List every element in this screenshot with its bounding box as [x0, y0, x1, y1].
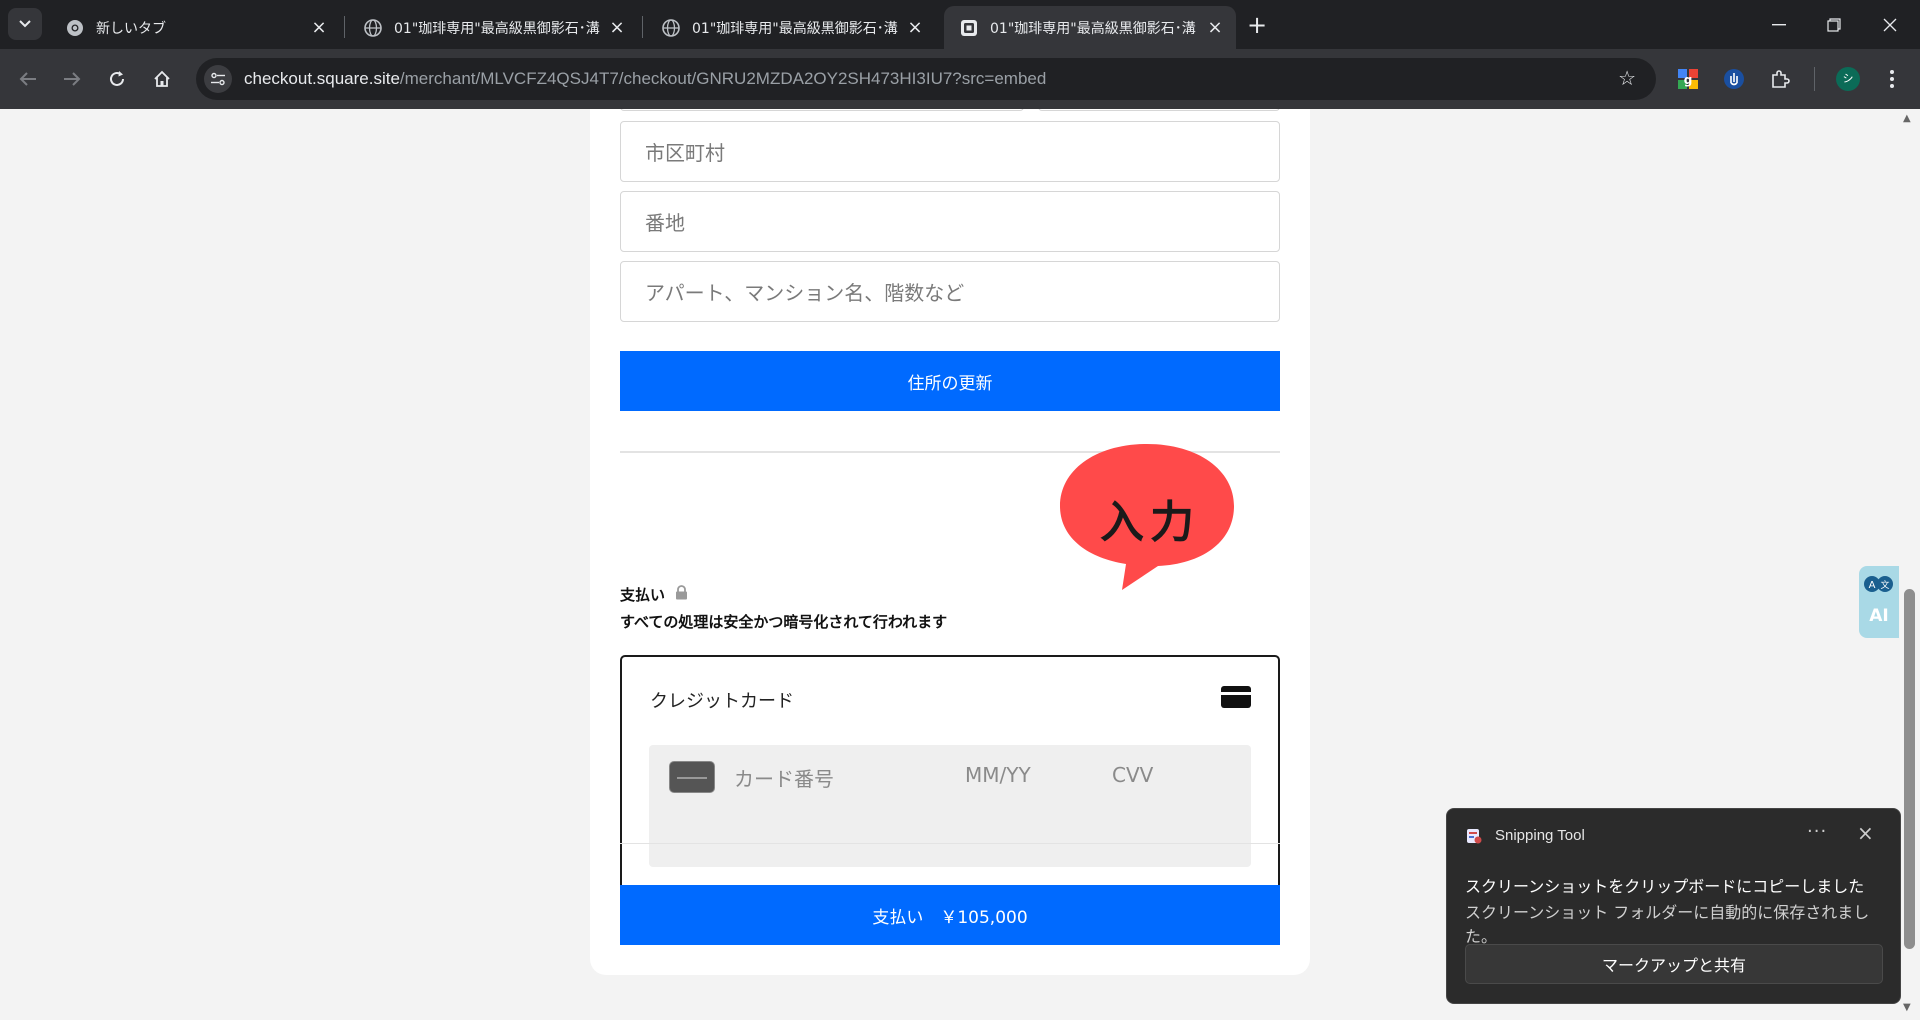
- url-path: /merchant/MLVCFZ4QSJ4T7/checkout/GNRU2MZ…: [399, 69, 1047, 88]
- scroll-down-arrow-icon[interactable]: ▼: [1903, 1002, 1911, 1013]
- markup-and-share-button[interactable]: マークアップと共有: [1465, 944, 1883, 984]
- svg-text:A: A: [1869, 580, 1876, 591]
- tab-new-tab[interactable]: 新しいタブ ×: [50, 6, 340, 49]
- annotation-text: 入力: [1100, 497, 1200, 548]
- toast-message-line2: スクリーンショット フォルダーに自動的に保存されました。: [1465, 903, 1870, 946]
- city-input[interactable]: 市区町村: [620, 121, 1280, 182]
- translate-icon: A 文: [1864, 576, 1893, 592]
- scroll-up-arrow-icon[interactable]: ▲: [1903, 113, 1911, 124]
- toast-message-line1: スクリーンショットをクリップボードにコピーしました: [1465, 877, 1865, 896]
- credit-card-label: クレジットカード: [650, 691, 794, 712]
- minimize-icon[interactable]: [1751, 0, 1807, 49]
- apartment-input[interactable]: アパート、マンション名、階数など: [620, 261, 1280, 322]
- chrome-icon: [66, 19, 84, 37]
- lock-icon: [675, 585, 688, 604]
- toast-app-name: Snipping Tool: [1495, 827, 1585, 844]
- ai-translate-widget[interactable]: A 文 AI: [1859, 566, 1899, 638]
- browser-toolbar: checkout.square.site/merchant/MLVCFZ4QSJ…: [0, 49, 1920, 109]
- ai-label: AI: [1869, 606, 1889, 626]
- pay-button[interactable]: 支払い ￥105,000: [620, 885, 1280, 945]
- card-placeholder-icon: [669, 761, 715, 793]
- tab-search-chevron-icon[interactable]: [8, 8, 42, 40]
- update-address-button[interactable]: 住所の更新: [620, 351, 1280, 411]
- toolbar-divider: [1814, 67, 1815, 91]
- site-settings-icon[interactable]: [204, 65, 232, 93]
- street-placeholder: 番地: [645, 211, 685, 235]
- pay-divider: [620, 843, 1280, 844]
- credit-card-method[interactable]: クレジットカード カード番号 MM/YY CVV: [620, 655, 1280, 893]
- reload-icon[interactable]: [101, 63, 133, 95]
- back-arrow-icon[interactable]: [12, 63, 44, 95]
- cvv-placeholder: CVV: [1112, 763, 1154, 787]
- profile-initial: シ: [1842, 72, 1854, 85]
- tab-close-icon[interactable]: ×: [606, 17, 628, 39]
- expiry-placeholder: MM/YY: [965, 763, 1031, 787]
- tab-title: 01"珈琲専用"最高級黒御影石･溝: [990, 20, 1196, 37]
- tab-title: 01"珈琲専用"最高級黒御影石･溝: [692, 20, 898, 37]
- tab-close-icon[interactable]: ×: [904, 17, 926, 39]
- bookmark-star-icon[interactable]: ☆: [1618, 66, 1636, 90]
- page-scrollbar[interactable]: ▲ ▼: [1899, 109, 1920, 1020]
- forward-arrow-icon[interactable]: [56, 63, 88, 95]
- payment-heading: 支払い: [620, 584, 688, 605]
- home-icon[interactable]: [146, 63, 178, 95]
- postal-field-partial[interactable]: [1038, 109, 1280, 111]
- credit-card-icon: [1220, 685, 1252, 713]
- snipping-tool-logo-icon: [1467, 829, 1482, 844]
- tab-title: 新しいタブ: [96, 20, 166, 37]
- address-bar[interactable]: checkout.square.site/merchant/MLVCFZ4QSJ…: [196, 58, 1656, 100]
- tab-title: 01"珈琲専用"最高級黒御影石･溝: [394, 20, 600, 37]
- apartment-placeholder: アパート、マンション名、階数など: [645, 281, 965, 305]
- profile-avatar[interactable]: シ: [1832, 63, 1864, 95]
- tab-product-2[interactable]: 01"珈琲専用"最高級黒御影石･溝 ×: [646, 6, 936, 49]
- tab-separator: [344, 16, 345, 38]
- browser-tab-strip: 新しいタブ × 01"珈琲専用"最高級黒御影石･溝 × 01"珈琲専用"最高級黒…: [0, 0, 1920, 49]
- extensions-puzzle-icon[interactable]: [1764, 63, 1796, 95]
- url-text: checkout.square.site/merchant/MLVCFZ4QSJ…: [244, 69, 1046, 89]
- tab-close-icon[interactable]: ×: [308, 17, 330, 39]
- payment-title: 支払い: [620, 586, 666, 604]
- window-close-icon[interactable]: [1862, 0, 1918, 49]
- street-input[interactable]: 番地: [620, 191, 1280, 252]
- tab-separator: [642, 16, 643, 38]
- google-translate-extension-icon[interactable]: g: [1672, 63, 1704, 95]
- card-details-input[interactable]: カード番号 MM/YY CVV: [649, 745, 1251, 867]
- card-number-placeholder: カード番号: [734, 767, 834, 791]
- new-tab-plus-icon[interactable]: +: [1242, 10, 1272, 40]
- city-placeholder: 市区町村: [645, 141, 725, 165]
- svg-text:g: g: [1684, 73, 1693, 87]
- square-logo-icon: [960, 19, 978, 37]
- globe-icon: [662, 18, 680, 37]
- svg-text:文: 文: [1880, 579, 1889, 591]
- restore-icon[interactable]: [1806, 0, 1862, 49]
- globe-icon: [364, 18, 382, 37]
- scrollbar-thumb[interactable]: [1904, 589, 1915, 949]
- secure-note: すべての処理は安全かつ暗号化されて行われます: [620, 613, 948, 631]
- more-options-icon[interactable]: ···: [1807, 821, 1827, 842]
- extension-shield-icon[interactable]: [1718, 63, 1750, 95]
- tab-checkout-active[interactable]: 01"珈琲専用"最高級黒御影石･溝 ×: [944, 6, 1236, 49]
- url-host: checkout.square.site: [244, 69, 400, 88]
- snipping-tool-notification: Snipping Tool ··· × スクリーンショットをクリップボードにコピ…: [1446, 808, 1901, 1004]
- tab-close-icon[interactable]: ×: [1204, 17, 1226, 39]
- chrome-menu-kebab-icon[interactable]: [1876, 63, 1908, 95]
- tab-product-1[interactable]: 01"珈琲専用"最高級黒御影石･溝 ×: [348, 6, 638, 49]
- toast-close-icon[interactable]: ×: [1857, 821, 1874, 845]
- prefecture-field-partial[interactable]: [620, 109, 1024, 111]
